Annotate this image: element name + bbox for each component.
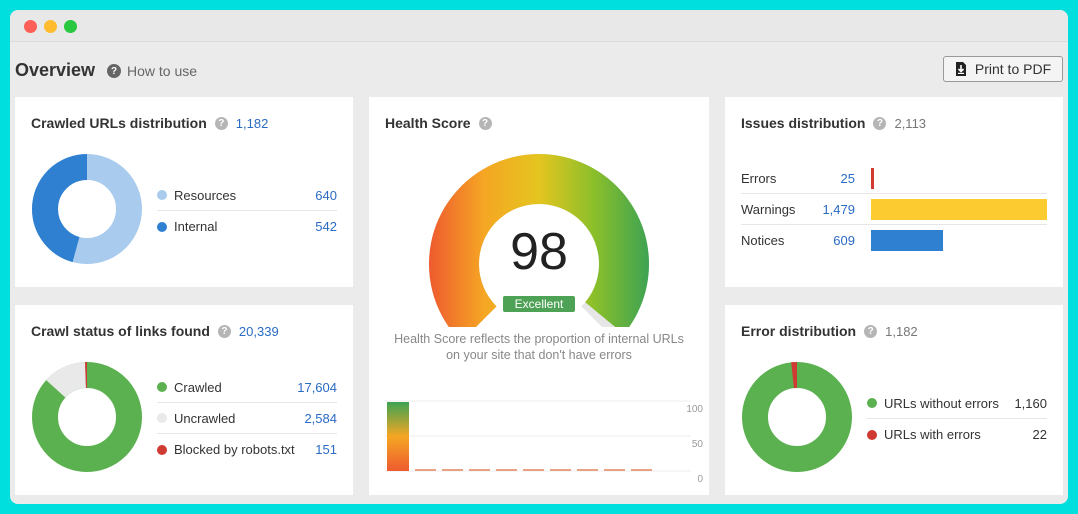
- legend-row-without-errors[interactable]: URLs without errors 1,160: [867, 388, 1047, 419]
- issues-distribution-card: Issues distribution ? 2,113 Errors 25 Wa…: [725, 97, 1063, 287]
- health-history-chart: [385, 400, 691, 472]
- crawled-urls-title: Crawled URLs distribution: [31, 115, 207, 131]
- crawled-urls-total[interactable]: 1,182: [236, 116, 269, 131]
- legend-row-crawled[interactable]: Crawled 17,604: [157, 372, 337, 403]
- legend-value[interactable]: 17,604: [297, 380, 337, 395]
- issue-label: Errors: [741, 170, 777, 186]
- help-icon[interactable]: ?: [217, 324, 231, 338]
- print-to-pdf-label: Print to PDF: [974, 61, 1052, 77]
- app-window: Overview ? How to use Print to PDF Crawl…: [10, 10, 1068, 504]
- crawled-swatch: [157, 382, 167, 392]
- legend-label: Crawled: [174, 379, 222, 395]
- history-bar: [496, 469, 517, 471]
- history-bar: [577, 469, 598, 471]
- legend-row-with-errors[interactable]: URLs with errors 22: [867, 419, 1047, 450]
- legend-label: URLs without errors: [884, 395, 999, 411]
- crawled-urls-card: Crawled URLs distribution ? 1,182 Resour…: [15, 97, 353, 287]
- axis-label-100: 100: [686, 404, 703, 415]
- health-score-value: 98: [510, 223, 568, 281]
- legend-row-internal[interactable]: Internal 542: [157, 211, 337, 242]
- issues-list: Errors 25 Warnings 1,479 Notices 609: [741, 163, 1047, 256]
- crawl-status-title: Crawl status of links found: [31, 323, 210, 339]
- legend-value[interactable]: 2,584: [304, 411, 337, 426]
- print-to-pdf-button[interactable]: Print to PDF: [943, 56, 1063, 82]
- legend-value[interactable]: 640: [315, 188, 337, 203]
- history-flat-bars: [415, 469, 652, 471]
- axis-label-50: 50: [691, 439, 703, 450]
- errors-bar[interactable]: [871, 168, 874, 189]
- crawl-status-legend: Crawled 17,604 Uncrawled 2,584 Blocked b…: [157, 372, 337, 465]
- how-to-use-label: How to use: [127, 63, 198, 79]
- history-bar: [523, 469, 544, 471]
- error-distribution-legend: URLs without errors 1,160 URLs with erro…: [867, 388, 1047, 450]
- crawl-status-donut: [32, 362, 142, 472]
- warnings-bar[interactable]: [871, 199, 1047, 220]
- legend-row-uncrawled[interactable]: Uncrawled 2,584: [157, 403, 337, 434]
- close-window-button[interactable]: [24, 20, 37, 33]
- card-title: Crawled URLs distribution ? 1,182: [31, 115, 268, 131]
- title-bar: [10, 10, 1068, 42]
- history-bar: [604, 469, 625, 471]
- how-to-use-link[interactable]: ? How to use: [107, 63, 197, 79]
- uncrawled-swatch: [157, 413, 167, 423]
- minimize-window-button[interactable]: [44, 20, 57, 33]
- issue-row-errors[interactable]: Errors 25: [741, 163, 1047, 194]
- help-icon: ?: [107, 64, 121, 78]
- history-bar: [442, 469, 463, 471]
- page-title: Overview: [15, 60, 96, 80]
- error-distribution-card: Error distribution ? 1,182 URLs without …: [725, 305, 1063, 495]
- issues-total: 2,113: [894, 115, 927, 131]
- issue-row-warnings[interactable]: Warnings 1,479: [741, 194, 1047, 225]
- history-bar: [631, 469, 652, 471]
- history-bar: [550, 469, 571, 471]
- crawl-status-total[interactable]: 20,339: [239, 324, 279, 339]
- issue-count[interactable]: 25: [841, 171, 855, 186]
- health-score-description: Health Score reflects the proportion of …: [394, 332, 684, 362]
- legend-label: Resources: [174, 187, 237, 203]
- errors-total: 1,182: [885, 323, 918, 339]
- health-rating-badge: Excellent: [503, 296, 575, 312]
- history-bar-current[interactable]: [387, 402, 409, 471]
- error-distribution-donut: [742, 362, 852, 472]
- card-title: Crawl status of links found ? 20,339: [31, 323, 279, 339]
- crawled-urls-legend: Resources 640 Internal 542: [157, 180, 337, 242]
- axis-label-0: 0: [697, 474, 703, 485]
- legend-value[interactable]: 151: [315, 442, 337, 457]
- maximize-window-button[interactable]: [64, 20, 77, 33]
- issue-count[interactable]: 1,479: [822, 202, 855, 217]
- history-bar: [469, 469, 490, 471]
- issues-title: Issues distribution: [741, 115, 866, 131]
- issue-count[interactable]: 609: [833, 233, 855, 248]
- help-icon[interactable]: ?: [873, 116, 887, 130]
- notices-bar[interactable]: [871, 230, 944, 251]
- issue-label: Warnings: [741, 201, 796, 217]
- with-errors-swatch: [867, 429, 877, 440]
- blocked-swatch: [157, 444, 167, 455]
- legend-label: Uncrawled: [174, 410, 236, 426]
- legend-label: Internal: [174, 219, 218, 234]
- legend-label: URLs with errors: [884, 427, 981, 442]
- health-score-card: Health Score ? 98 Excellent Health Score…: [369, 97, 709, 495]
- legend-row-resources[interactable]: Resources 640: [157, 180, 337, 211]
- crawl-status-card: Crawl status of links found ? 20,339 Cra…: [15, 305, 353, 495]
- history-bar: [415, 469, 436, 471]
- help-icon[interactable]: ?: [214, 116, 228, 130]
- legend-row-blocked[interactable]: Blocked by robots.txt 151: [157, 434, 337, 465]
- issue-row-notices[interactable]: Notices 609: [741, 225, 1047, 256]
- legend-value: 22: [1032, 427, 1047, 442]
- help-icon[interactable]: ?: [864, 324, 878, 338]
- legend-value: 1,160: [1014, 395, 1047, 411]
- without-errors-swatch: [867, 398, 877, 408]
- card-title: Error distribution ? 1,182: [741, 323, 918, 339]
- health-gauge: [429, 154, 650, 327]
- legend-label: Blocked by robots.txt: [174, 442, 295, 457]
- legend-value[interactable]: 542: [315, 219, 337, 234]
- crawled-urls-donut: [32, 154, 142, 264]
- issue-label: Notices: [741, 233, 785, 248]
- download-icon: [955, 62, 966, 76]
- card-title: Issues distribution ? 2,113: [741, 115, 926, 131]
- resources-swatch: [157, 190, 167, 200]
- internal-swatch: [157, 221, 167, 232]
- errors-title: Error distribution: [741, 323, 857, 339]
